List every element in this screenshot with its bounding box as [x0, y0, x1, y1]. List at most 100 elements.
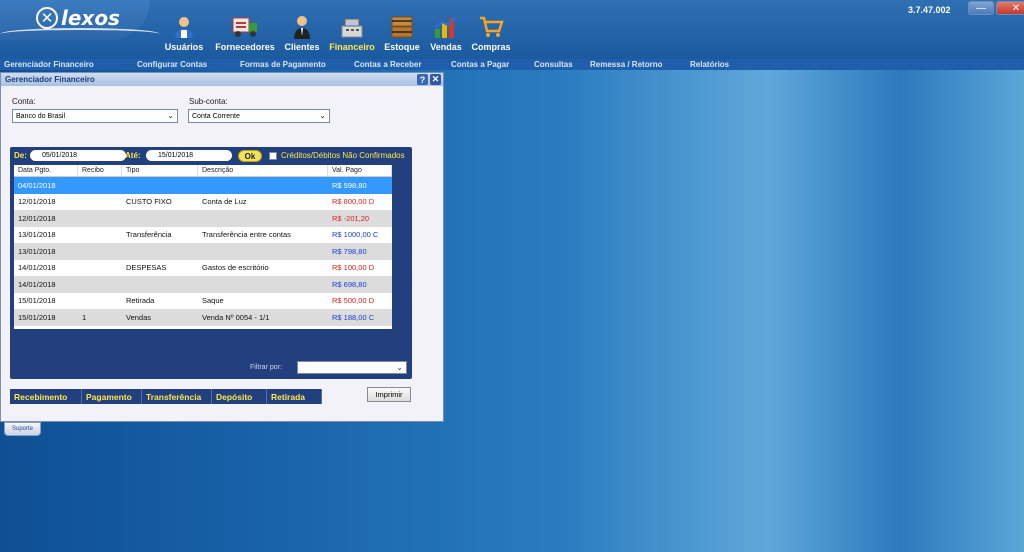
ok-button[interactable]: Ok	[238, 150, 262, 162]
cell-tipo: Vendas	[126, 312, 152, 322]
users-icon	[170, 14, 198, 40]
logo-x-icon: ✕	[36, 7, 58, 29]
tab-retirada[interactable]: Retirada	[267, 389, 322, 404]
module-clientes[interactable]: Clientes	[280, 14, 324, 52]
person-icon	[288, 14, 316, 40]
table-row[interactable]: 04/01/2018 R$ 598,80	[14, 177, 392, 194]
subconta-label: Sub-conta:	[189, 97, 228, 106]
suporte-button[interactable]: Suporte	[4, 422, 41, 436]
module-label: Vendas	[430, 42, 462, 52]
cell-data: 04/01/2018	[18, 180, 56, 190]
submenu-configurar-contas[interactable]: Configurar Contas	[137, 60, 207, 69]
cell-descricao: Saque	[202, 296, 224, 306]
tab-recebimento[interactable]: Recebimento	[10, 389, 82, 404]
ate-date-input[interactable]: 15/01/2018	[146, 150, 232, 161]
cell-data: 13/01/2018	[18, 230, 56, 240]
cell-valor: R$ 598,80	[332, 180, 367, 190]
submenu-consultas[interactable]: Consultas	[534, 60, 573, 69]
tab-pagamento[interactable]: Pagamento	[82, 389, 142, 404]
module-label: Financeiro	[329, 42, 375, 52]
module-vendas[interactable]: Vendas	[424, 14, 468, 52]
close-panel-button[interactable]: ✕	[430, 74, 441, 85]
truck-icon	[231, 14, 259, 40]
module-estoque[interactable]: Estoque	[380, 14, 424, 52]
logo-text: lexos	[61, 6, 120, 30]
table-row[interactable]: 15/01/2018 1 Vendas Venda Nº 0054 - 1/1 R$ 1…	[14, 309, 392, 326]
cell-valor: R$ -201,20	[332, 213, 370, 223]
cell-descricao: Venda Nº 0054 - 1/1	[202, 312, 270, 322]
submenu-relatorios[interactable]: Relatórios	[690, 60, 729, 69]
chevron-down-icon: ⌄	[167, 111, 174, 120]
cell-valor: R$ 100,00 D	[332, 263, 375, 273]
column-header[interactable]: Descrição	[198, 165, 328, 176]
boxes-icon	[388, 14, 416, 40]
cell-valor: R$ 188,00 C	[332, 312, 375, 322]
cell-tipo: Transferência	[126, 230, 172, 240]
subconta-value: Conta Corrente	[192, 112, 240, 120]
table-row[interactable]: 14/01/2018 R$ 698,80	[14, 276, 392, 293]
column-header[interactable]: Tipo	[122, 165, 198, 176]
cell-recibo: 1	[82, 312, 87, 322]
tab-transferencia[interactable]: Transferência	[142, 389, 212, 404]
column-header[interactable]: Val. Pago	[328, 165, 392, 176]
cell-tipo: Retirada	[126, 296, 155, 306]
unconfirmed-checkbox-label: Créditos/Débitos Não Confirmados	[281, 151, 405, 160]
version-label: 3.7.47.002	[908, 5, 951, 15]
table-row[interactable]: 12/01/2018 CUSTO FIXO Conta de Luz R$ 800,0…	[14, 193, 392, 210]
cell-tipo: CUSTO FIXO	[126, 197, 172, 207]
window-controls: — ✕	[968, 1, 1024, 15]
app-logo: ✕ lexos	[36, 6, 120, 30]
close-window-button[interactable]: ✕	[996, 1, 1024, 15]
cash-register-icon	[338, 14, 366, 40]
module-label: Compras	[471, 42, 511, 52]
cell-data: 12/01/2018	[18, 213, 56, 223]
chart-icon	[432, 14, 460, 40]
help-button[interactable]: ?	[417, 74, 428, 85]
cart-icon	[477, 14, 505, 40]
table-row[interactable]: 15/01/2018 Retirada Saque R$ 500,00 D	[14, 292, 392, 309]
cell-valor: R$ 798,80	[332, 246, 367, 256]
filter-select[interactable]: ⌄	[297, 361, 407, 374]
module-label: Estoque	[384, 42, 420, 52]
module-label: Usuários	[164, 42, 204, 52]
de-date-input[interactable]: 05/01/2018	[30, 150, 126, 161]
table-row[interactable]: 14/01/2018 DESPESAS Gastos de escritório R$…	[14, 259, 392, 276]
minimize-button[interactable]: —	[968, 1, 994, 15]
filter-label: Filtrar por:	[250, 364, 282, 371]
submenu-remessa-retorno[interactable]: Remessa / Retorno	[590, 60, 662, 69]
column-header[interactable]: Data Pgto.	[14, 165, 78, 176]
table-header: Data Pgto. Recibo Tipo Descrição Val. Pa…	[14, 165, 392, 177]
cell-descricao: Transferência entre contas	[202, 230, 291, 240]
cell-data: 14/01/2018	[18, 279, 56, 289]
ate-label: Até:	[125, 151, 141, 160]
module-compras[interactable]: Compras	[468, 14, 514, 52]
column-header[interactable]: Recibo	[78, 165, 122, 176]
submenu-contas-a-pagar[interactable]: Contas a Pagar	[451, 60, 509, 69]
table-row[interactable]: 13/01/2018 Transferência Transferência ent…	[14, 226, 392, 243]
module-label: Fornecedores	[215, 42, 275, 52]
top-bar: ✕ lexos Usuários Fornecedores Clientes Fina…	[0, 0, 1024, 59]
module-fornecedores[interactable]: Fornecedores	[210, 14, 280, 52]
tab-deposito[interactable]: Depósito	[212, 389, 267, 404]
print-button[interactable]: Imprimir	[367, 387, 411, 402]
transactions-table: Data Pgto. Recibo Tipo Descrição Val. Pa…	[14, 165, 392, 329]
cell-data: 14/01/2018	[18, 263, 56, 273]
chevron-down-icon: ⌄	[319, 111, 326, 120]
subconta-select[interactable]: Conta Corrente ⌄	[188, 109, 330, 123]
submenu-gerenciador-financeiro[interactable]: Gerenciador Financeiro	[4, 60, 94, 69]
table-row[interactable]: 13/01/2018 R$ 798,80	[14, 243, 392, 260]
module-financeiro[interactable]: Financeiro	[324, 14, 380, 52]
submenu-formas-de-pagamento[interactable]: Formas de Pagamento	[240, 60, 326, 69]
table-row[interactable]: 12/01/2018 R$ -201,20	[14, 210, 392, 227]
table-row[interactable]: 15/01/2018R$ 386,80	[14, 325, 392, 329]
module-usuarios[interactable]: Usuários	[158, 14, 210, 52]
cell-valor: R$ 1000,00 C	[332, 230, 379, 240]
table-side-strip	[392, 165, 408, 329]
module-label: Clientes	[284, 42, 320, 52]
conta-select[interactable]: Banco do Brasil ⌄	[12, 109, 178, 123]
conta-value: Banco do Brasil	[16, 112, 66, 120]
submenu-contas-a-receber[interactable]: Contas a Receber	[354, 60, 422, 69]
cell-data: 12/01/2018	[18, 197, 56, 207]
unconfirmed-checkbox[interactable]	[269, 152, 277, 160]
cell-valor: R$ 698,80	[332, 279, 367, 289]
